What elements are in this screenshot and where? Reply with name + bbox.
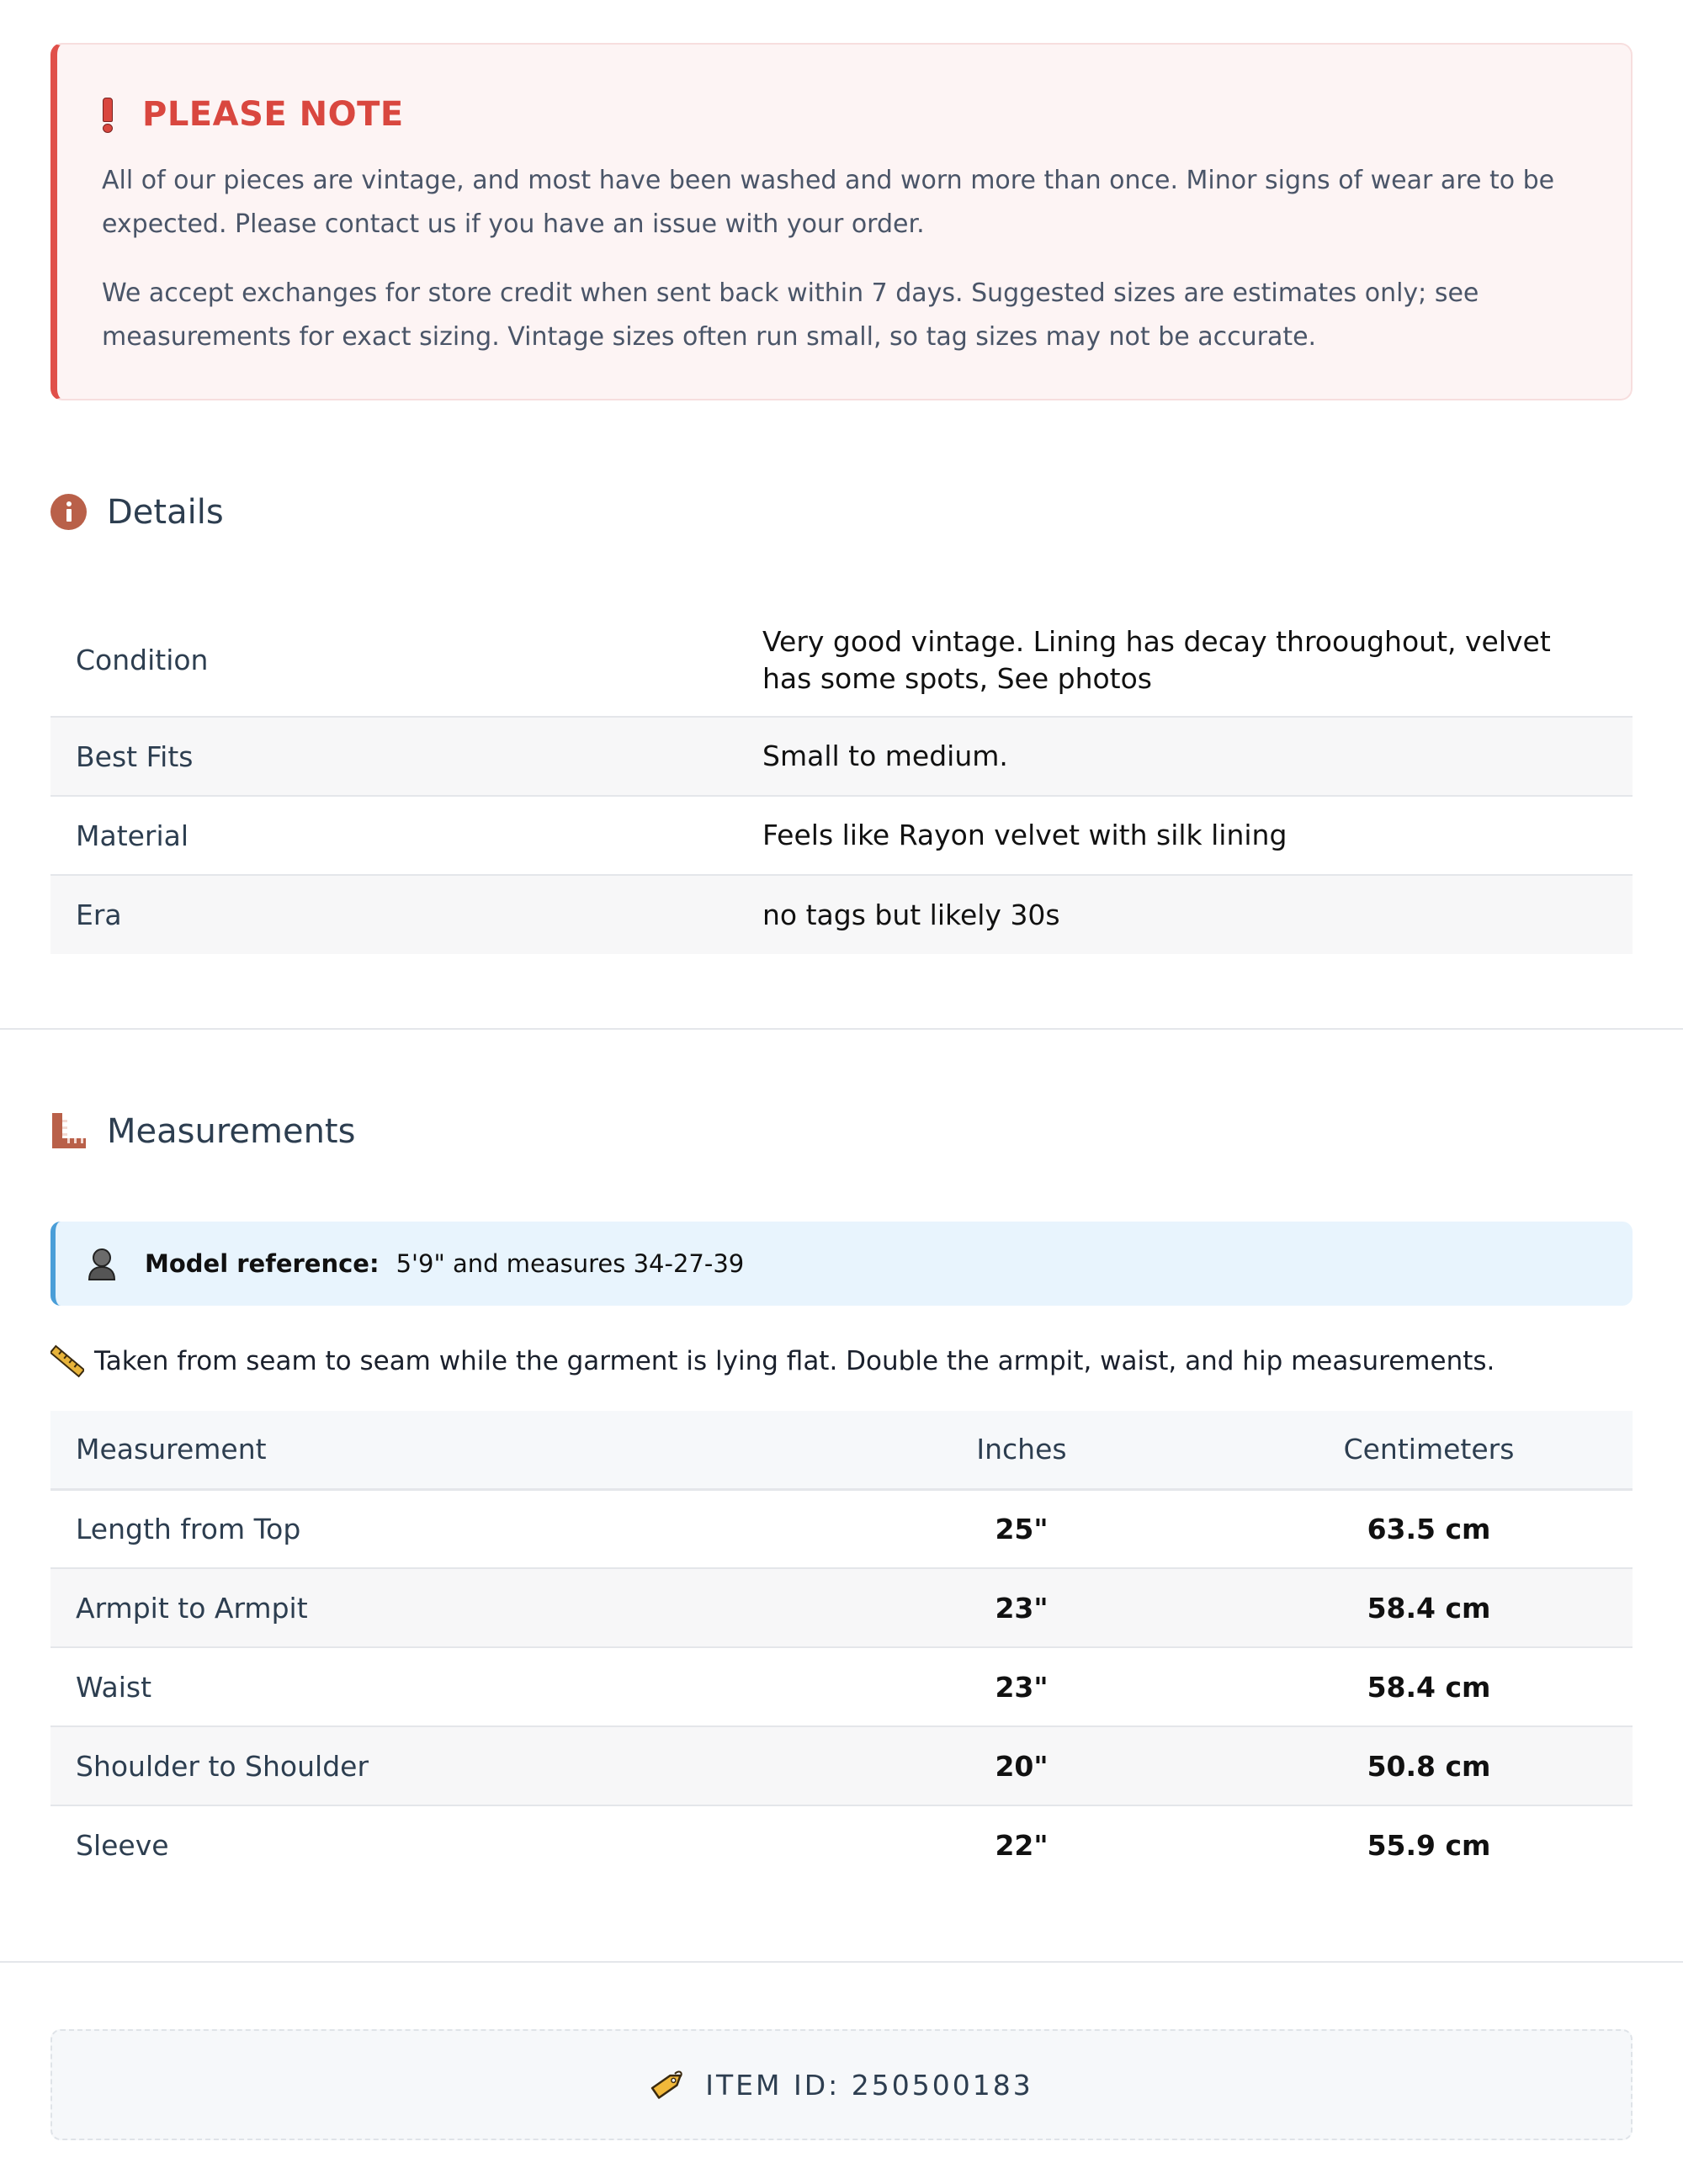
note-paragraph-1: All of our pieces are vintage, and most … — [102, 166, 1555, 239]
details-value: Small to medium. — [762, 717, 1633, 797]
exclamation-icon — [102, 98, 113, 133]
table-row: Sleeve 22" 55.9 cm — [50, 1805, 1633, 1884]
details-value: Feels like Rayon velvet with silk lining — [762, 796, 1633, 876]
measurement-inches: 25" — [818, 1489, 1225, 1569]
column-header-inches: Inches — [818, 1411, 1225, 1491]
measurement-cm: 50.8 cm — [1225, 1726, 1633, 1806]
ruler-pencil-icon — [50, 1344, 84, 1378]
person-icon — [88, 1248, 116, 1280]
table-row: Armpit to Armpit 23" 58.4 cm — [50, 1568, 1633, 1648]
measurement-inches: 23" — [818, 1568, 1225, 1648]
details-label: Condition — [50, 604, 762, 718]
measurement-cm: 63.5 cm — [1225, 1489, 1633, 1569]
tag-icon — [651, 2070, 682, 2099]
details-row: Condition Very good vintage. Lining has … — [50, 604, 1633, 718]
please-note-box: PLEASE NOTE All of our pieces are vintag… — [50, 43, 1633, 400]
note-title: PLEASE NOTE — [102, 87, 1580, 142]
details-value: no tags but likely 30s — [762, 875, 1633, 954]
column-header-centimeters: Centimeters — [1225, 1411, 1633, 1491]
measurements-heading: Measurements — [50, 1112, 355, 1151]
note-title-text: PLEASE NOTE — [142, 95, 404, 134]
details-table: Condition Very good vintage. Lining has … — [50, 604, 1633, 954]
details-row: Best Fits Small to medium. — [50, 717, 1633, 797]
measurement-inches: 20" — [818, 1726, 1225, 1806]
measurement-cm: 58.4 cm — [1225, 1647, 1633, 1727]
measurement-name: Shoulder to Shoulder — [50, 1726, 818, 1806]
column-header-measurement: Measurement — [50, 1411, 818, 1491]
details-label: Material — [50, 796, 762, 876]
details-value: Very good vintage. Lining has decay thro… — [762, 604, 1633, 718]
measurement-name: Length from Top — [50, 1489, 818, 1569]
measurement-name: Sleeve — [50, 1805, 818, 1884]
measurement-cm: 55.9 cm — [1225, 1805, 1633, 1884]
item-id-box: ITEM ID: 250500183 — [50, 2029, 1633, 2140]
model-reference-label: Model reference: — [145, 1249, 380, 1278]
model-reference-box: Model reference: 5'9" and measures 34-27… — [50, 1222, 1633, 1306]
measurements-table: Measurement Inches Centimeters Length fr… — [50, 1411, 1633, 1884]
measurements-heading-text: Measurements — [107, 1112, 356, 1151]
details-row: Material Feels like Rayon velvet with si… — [50, 796, 1633, 876]
item-id-text: ITEM ID: 250500183 — [705, 2068, 1033, 2102]
details-heading: Details — [50, 493, 224, 532]
measurement-inches: 22" — [818, 1805, 1225, 1884]
note-paragraph-2: We accept exchanges for store credit whe… — [102, 278, 1479, 352]
table-row: Shoulder to Shoulder 20" 50.8 cm — [50, 1726, 1633, 1806]
info-icon — [50, 494, 87, 530]
measurements-header-row: Measurement Inches Centimeters — [50, 1411, 1633, 1491]
table-row: Waist 23" 58.4 cm — [50, 1647, 1633, 1727]
measurement-inches: 23" — [818, 1647, 1225, 1727]
section-divider — [0, 1028, 1683, 1030]
measurement-tip: Taken from seam to seam while the garmen… — [50, 1344, 1495, 1378]
table-row: Length from Top 25" 63.5 cm — [50, 1489, 1633, 1569]
details-heading-text: Details — [107, 493, 224, 532]
model-reference-value: 5'9" and measures 34-27-39 — [396, 1249, 745, 1278]
section-divider — [0, 1961, 1683, 1963]
details-label: Best Fits — [50, 717, 762, 797]
measurement-cm: 58.4 cm — [1225, 1568, 1633, 1648]
measurement-tip-text: Taken from seam to seam while the garmen… — [94, 1346, 1495, 1376]
details-row: Era no tags but likely 30s — [50, 875, 1633, 954]
details-label: Era — [50, 875, 762, 954]
measurement-name: Armpit to Armpit — [50, 1568, 818, 1648]
measurement-name: Waist — [50, 1647, 818, 1727]
ruler-icon — [52, 1113, 86, 1148]
